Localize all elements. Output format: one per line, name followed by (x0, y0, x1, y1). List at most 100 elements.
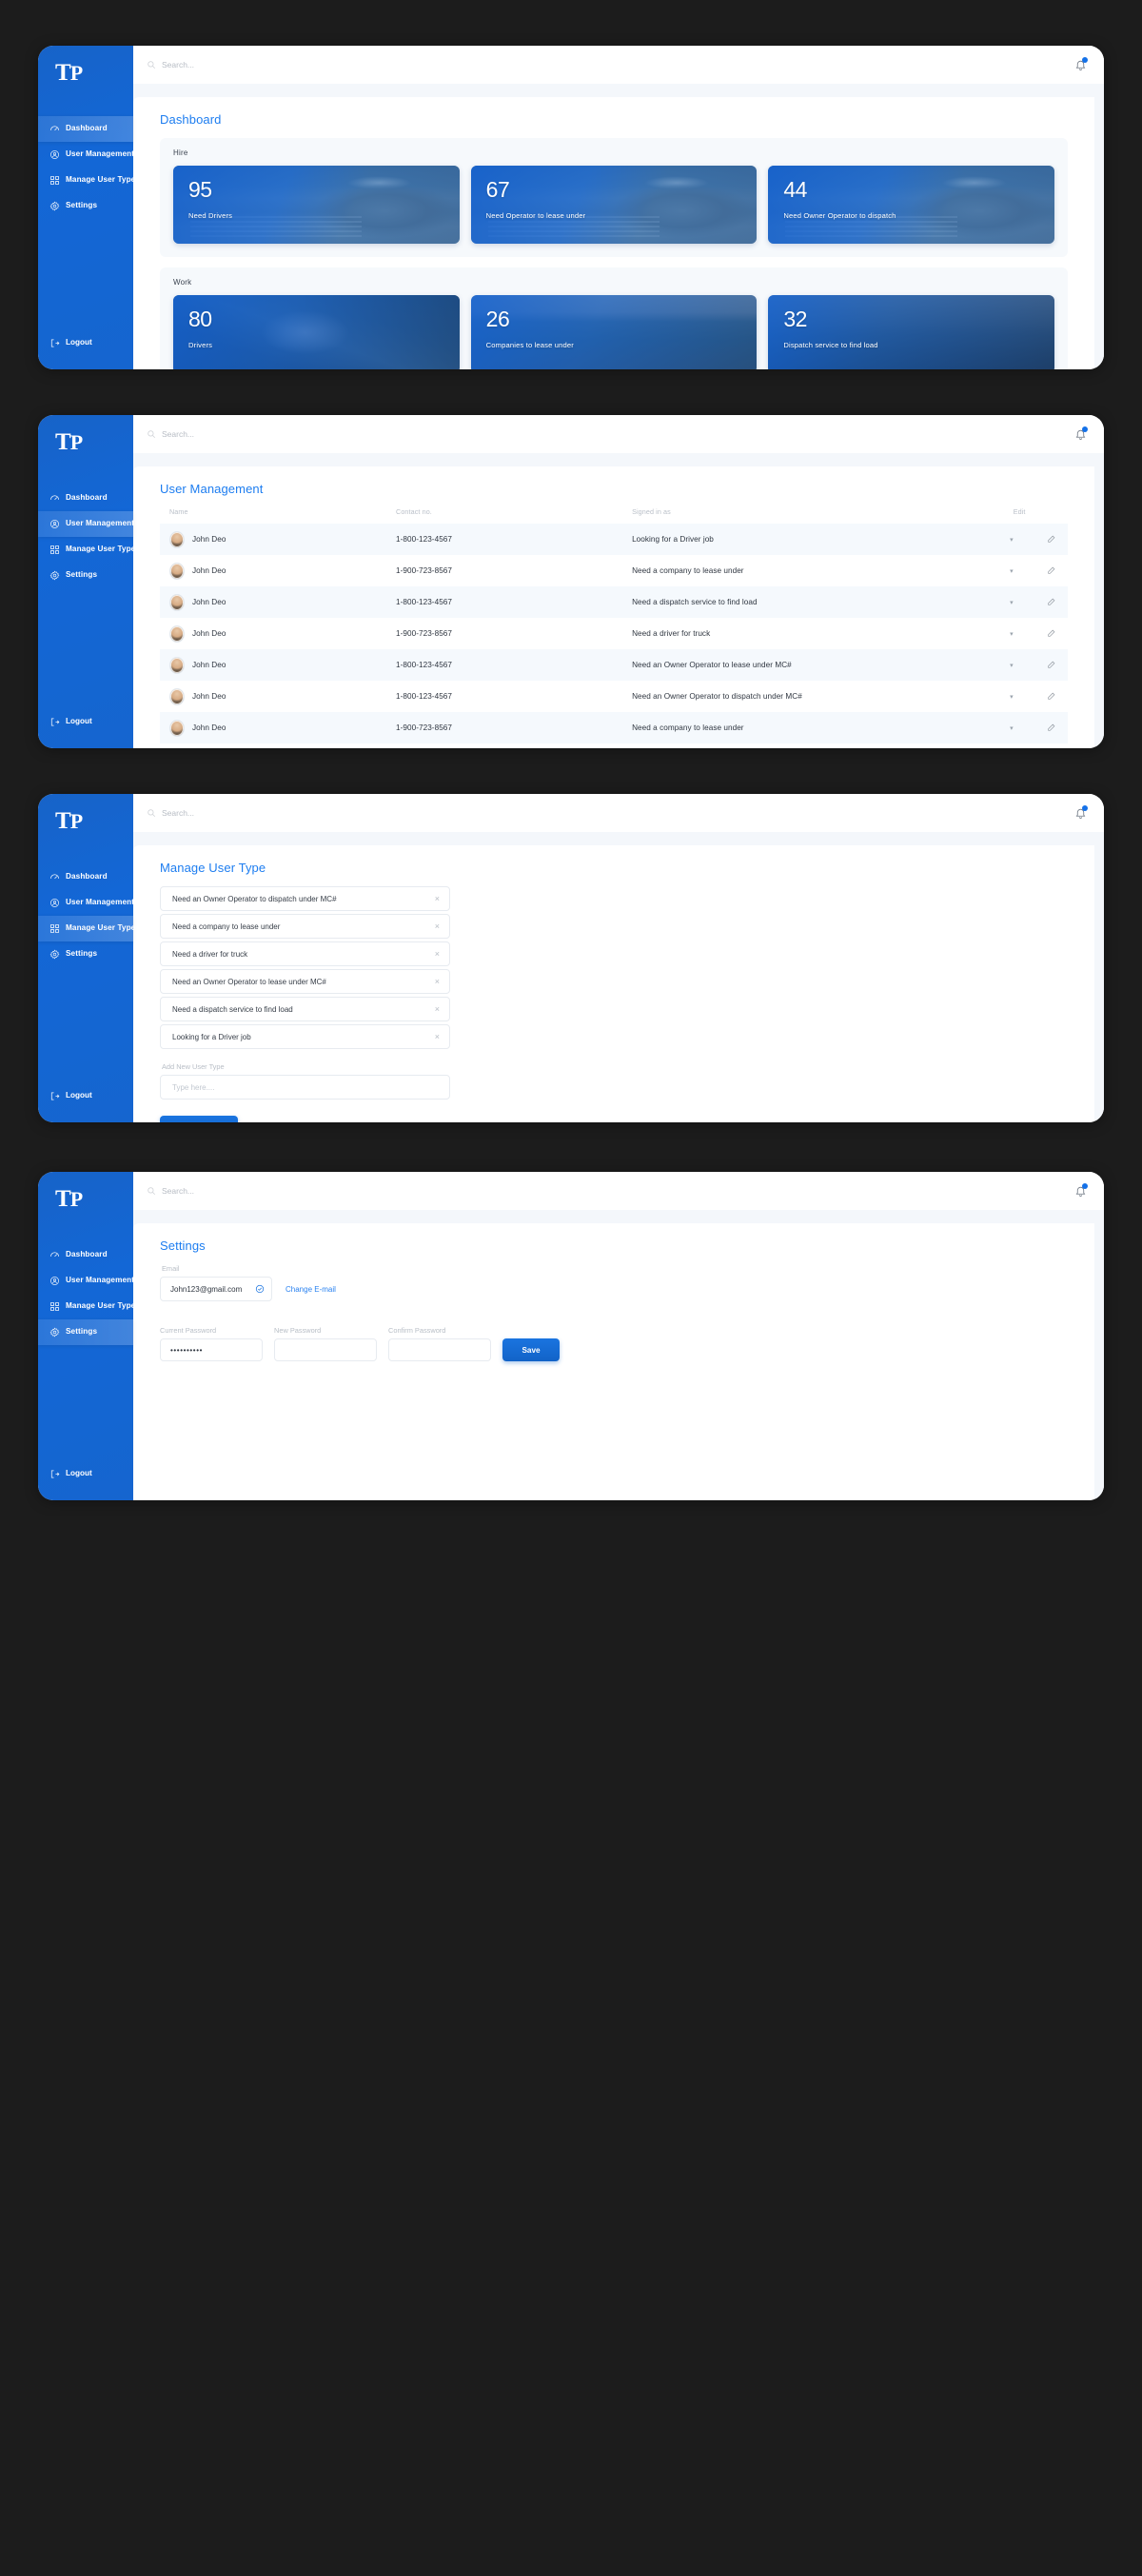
user-type-label: Looking for a Driver job (172, 1032, 251, 1041)
current-password-field[interactable] (160, 1338, 263, 1361)
user-type-row[interactable]: Need a driver for truck × (160, 941, 450, 966)
search-box[interactable] (147, 429, 1074, 439)
logout-button[interactable]: Logout (38, 717, 133, 748)
chevron-down-icon[interactable]: ▾ (1010, 600, 1014, 606)
edit-icon[interactable] (1047, 629, 1056, 640)
user-type-row[interactable]: Need a dispatch service to find load × (160, 997, 450, 1021)
user-type-row[interactable]: Need a company to lease under × (160, 914, 450, 939)
save-button[interactable]: Save (160, 1116, 238, 1122)
logout-button[interactable]: Logout (38, 338, 133, 369)
grid-icon (49, 545, 60, 555)
edit-icon[interactable] (1047, 692, 1056, 703)
search-input[interactable] (162, 60, 371, 69)
search-box[interactable] (147, 1186, 1074, 1196)
table-row[interactable]: John Deo 1-800-123-4567 Need an Owner Op… (160, 681, 1068, 712)
table-row[interactable]: John Deo 1-800-123-4567 Need an Owner Op… (160, 649, 1068, 681)
table-row[interactable]: John Deo 1-800-123-4567 Need a dispatch … (160, 743, 1068, 748)
sidebar-item-dashboard[interactable]: Dashboard (38, 485, 133, 511)
logout-button[interactable]: Logout (38, 1091, 133, 1122)
logout-label: Logout (66, 717, 92, 726)
table-row[interactable]: John Deo 1-800-123-4567 Looking for a Dr… (160, 524, 1068, 555)
close-icon[interactable]: × (435, 977, 440, 986)
sidebar-item-user-management[interactable]: User Management (38, 1268, 134, 1294)
table-row[interactable]: John Deo 1-900-723-8567 Need a company t… (160, 712, 1068, 743)
sidebar-item-dashboard[interactable]: Dashboard (38, 864, 133, 890)
user-type-row[interactable]: Need an Owner Operator to dispatch under… (160, 886, 450, 911)
stat-card[interactable]: 67 Need Operator to lease under (470, 166, 758, 244)
sidebar-item-user-management[interactable]: User Management (38, 890, 134, 916)
notification-bell-icon[interactable] (1074, 426, 1088, 441)
email-field[interactable]: John123@gmail.com (160, 1277, 272, 1301)
user-type-label: Need an Owner Operator to lease under MC… (172, 977, 326, 986)
close-icon[interactable]: × (435, 921, 440, 931)
close-icon[interactable]: × (435, 1032, 440, 1041)
change-email-link[interactable]: Change E-mail (286, 1285, 336, 1294)
search-box[interactable] (147, 60, 1074, 69)
table-row[interactable]: John Deo 1-900-723-8567 Need a driver fo… (160, 618, 1068, 649)
sidebar-item-settings[interactable]: Settings (38, 941, 133, 967)
sidebar-item-manage-user-type[interactable]: Manage User Type (38, 168, 135, 193)
email-row: John123@gmail.com Change E-mail (160, 1277, 1068, 1301)
chevron-down-icon[interactable]: ▾ (1010, 568, 1014, 575)
chevron-down-icon[interactable]: ▾ (1010, 537, 1014, 544)
current-password-label: Current Password (160, 1326, 217, 1335)
search-input[interactable] (162, 429, 371, 439)
table-row[interactable]: John Deo 1-900-723-8567 Need a company t… (160, 555, 1068, 586)
sidebar-item-settings[interactable]: Settings (38, 193, 133, 219)
notification-bell-icon[interactable] (1074, 1183, 1088, 1198)
close-icon[interactable]: × (435, 1004, 440, 1014)
content-sheet: User Management Name Contact no. Signed … (133, 466, 1094, 748)
sidebar-item-settings[interactable]: Settings (38, 1319, 141, 1345)
save-button[interactable]: Save (502, 1338, 560, 1361)
add-user-type-input[interactable] (160, 1075, 450, 1100)
logo-letter-t: T (55, 808, 71, 834)
sidebar-item-label: Manage User Type (66, 545, 136, 554)
grid-icon (49, 923, 60, 934)
sidebar-item-dashboard[interactable]: Dashboard (38, 116, 141, 142)
chevron-down-icon[interactable]: ▾ (1010, 663, 1014, 669)
stat-card[interactable]: 26 Companies to lease under (470, 295, 758, 369)
confirm-password-field[interactable] (388, 1338, 491, 1361)
stat-card[interactable]: 32 Dispatch service to find load (768, 295, 1055, 369)
new-password-field[interactable] (274, 1338, 377, 1361)
edit-icon[interactable] (1047, 661, 1056, 671)
edit-icon[interactable] (1047, 566, 1056, 577)
edit-icon[interactable] (1047, 535, 1056, 545)
sidebar-item-manage-user-type[interactable]: Manage User Type (38, 537, 136, 563)
close-icon[interactable]: × (435, 894, 440, 903)
app-logo: TP (38, 415, 133, 466)
cell-contact: 1-800-123-4567 (396, 649, 633, 681)
search-input[interactable] (162, 808, 371, 818)
user-type-row[interactable]: Need an Owner Operator to lease under MC… (160, 969, 450, 994)
close-icon[interactable]: × (435, 949, 440, 959)
sidebar-item-user-management[interactable]: User Management (38, 511, 141, 537)
stat-card[interactable]: 80 Drivers (173, 295, 460, 369)
search-box[interactable] (147, 808, 1074, 818)
user-type-row[interactable]: Looking for a Driver job × (160, 1024, 450, 1049)
sidebar-item-settings[interactable]: Settings (38, 563, 133, 588)
stat-card[interactable]: 44 Need Owner Operator to dispatch (768, 166, 1055, 244)
sidebar-item-user-management[interactable]: User Management (38, 142, 135, 168)
main-area: User Management Name Contact no. Signed … (133, 415, 1104, 748)
logout-button[interactable]: Logout (38, 1469, 133, 1500)
sidebar-item-label: User Management (66, 149, 135, 159)
notification-bell-icon[interactable] (1074, 57, 1088, 71)
sidebar-item-dashboard[interactable]: Dashboard (38, 1242, 133, 1268)
sidebar-item-manage-user-type[interactable]: Manage User Type (38, 1294, 135, 1319)
main-area: Manage User Type Need an Owner Operator … (133, 794, 1104, 1122)
sidebar-item-manage-user-type[interactable]: Manage User Type (38, 916, 141, 941)
speedometer-icon (49, 124, 60, 134)
notification-bell-icon[interactable] (1074, 805, 1088, 820)
edit-icon[interactable] (1047, 598, 1056, 608)
cell-contact: 1-800-123-4567 (396, 692, 452, 701)
hire-cards: 95 Need Drivers 67 Need Operator to leas… (173, 166, 1055, 244)
chevron-down-icon[interactable]: ▾ (1010, 694, 1014, 701)
table-row[interactable]: John Deo 1-800-123-4567 Need a dispatch … (160, 586, 1068, 618)
chevron-down-icon[interactable]: ▾ (1010, 631, 1014, 638)
stat-card[interactable]: 95 Need Drivers (173, 166, 460, 244)
edit-icon[interactable] (1047, 723, 1056, 734)
column-header-name: Name (169, 507, 188, 516)
table-body: John Deo 1-800-123-4567 Looking for a Dr… (160, 524, 1068, 748)
chevron-down-icon[interactable]: ▾ (1010, 725, 1014, 732)
search-input[interactable] (162, 1186, 371, 1196)
